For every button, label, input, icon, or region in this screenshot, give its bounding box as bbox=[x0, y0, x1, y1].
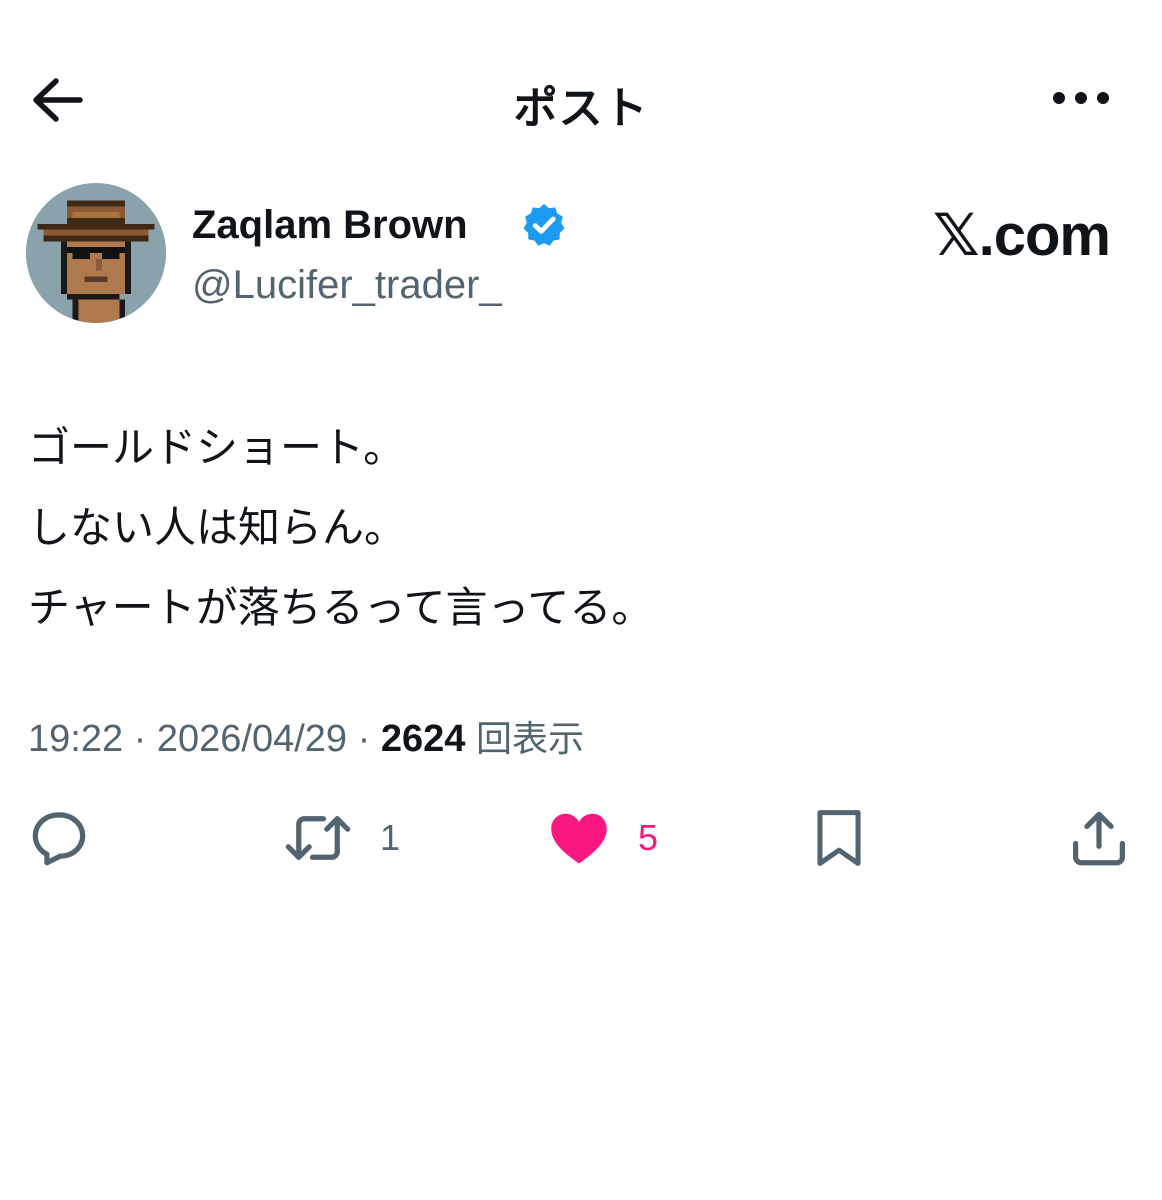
meta-separator: · bbox=[133, 718, 147, 760]
views-count: 2624 bbox=[380, 718, 466, 760]
bookmark-button[interactable] bbox=[808, 800, 870, 876]
repost-button[interactable]: 1 bbox=[282, 800, 400, 876]
post-date[interactable]: 2026/04/29 bbox=[157, 718, 347, 760]
display-name[interactable]: Zaqlam Brown bbox=[192, 203, 468, 248]
post-text-line: しない人は知らん。 bbox=[28, 503, 407, 552]
action-bar: 1 5 bbox=[0, 800, 1162, 876]
views-label: 回表示 bbox=[475, 719, 584, 760]
more-options-button[interactable] bbox=[1046, 76, 1116, 120]
repost-count: 1 bbox=[380, 817, 401, 858]
page-title: ポスト bbox=[513, 84, 649, 133]
bookmark-icon bbox=[817, 810, 861, 866]
like-button[interactable]: 5 bbox=[546, 800, 658, 876]
post-text: ゴールドショート。 しない人は知らん。 チャートが落ちるって言ってる。 bbox=[28, 408, 1128, 648]
brand-watermark: 𝕏.com bbox=[932, 203, 1111, 268]
more-horizontal-icon bbox=[1053, 92, 1109, 104]
like-count: 5 bbox=[638, 817, 659, 858]
share-button[interactable] bbox=[1066, 800, 1132, 876]
heart-icon bbox=[551, 813, 607, 864]
repost-icon bbox=[285, 816, 351, 860]
top-bar: ポスト bbox=[0, 50, 1162, 150]
post-text-line: ゴールドショート。 bbox=[28, 423, 406, 472]
pixel-art-cowboy-avatar-icon bbox=[26, 183, 166, 323]
author-row: Zaqlam Brown @Lucifer_trader_ 𝕏.com bbox=[26, 183, 1136, 325]
post-time[interactable]: 19:22 bbox=[28, 718, 123, 760]
share-icon bbox=[1073, 811, 1125, 866]
user-handle[interactable]: @Lucifer_trader_ bbox=[192, 263, 502, 308]
avatar[interactable] bbox=[26, 183, 166, 323]
verified-badge-icon bbox=[523, 204, 565, 246]
reply-icon bbox=[32, 812, 86, 866]
meta-separator: · bbox=[357, 718, 371, 760]
reply-button[interactable] bbox=[26, 800, 92, 876]
post-text-line: チャートが落ちるって言ってる。 bbox=[28, 583, 654, 632]
post-meta: 19:22 · 2026/04/29 · 2624 回表示 bbox=[28, 710, 584, 762]
